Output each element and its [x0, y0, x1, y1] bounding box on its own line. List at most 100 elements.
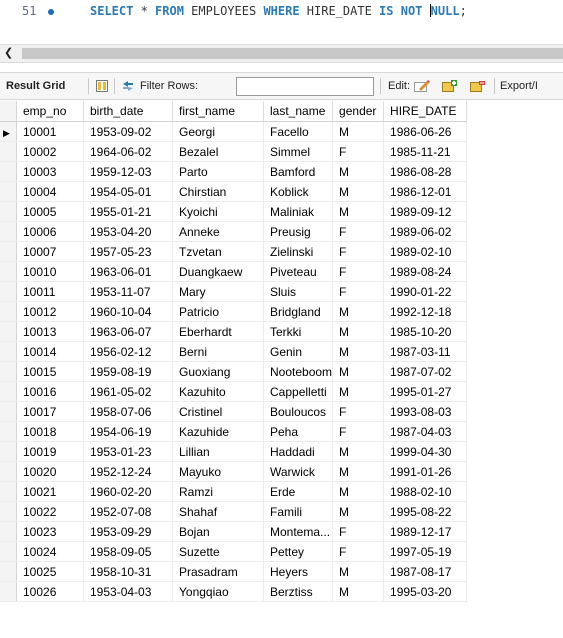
- table-row[interactable]: 10023 1953-09-29 Bojan Montema... F 1989-12-1…: [0, 521, 468, 542]
- table-cell[interactable]: 1953-04-03: [83, 581, 173, 602]
- table-cell[interactable]: 1953-09-29: [83, 521, 173, 542]
- table-cell[interactable]: Peha: [263, 421, 334, 442]
- table-row[interactable]: 10017 1958-07-06 Cristinel Bouloucos F 1993-0…: [0, 401, 468, 422]
- delete-row-icon[interactable]: [470, 80, 486, 92]
- table-cell[interactable]: 10025: [16, 561, 84, 582]
- table-cell[interactable]: Anneke: [172, 221, 264, 242]
- table-row[interactable]: 10010 1963-06-01 Duangkaew Piveteau F 1989-08…: [0, 261, 468, 282]
- filter-rows-input[interactable]: [236, 77, 374, 96]
- table-row[interactable]: 10012 1960-10-04 Patricio Bridgland M 1992-12…: [0, 301, 468, 322]
- table-cell[interactable]: 1987-04-03: [383, 421, 468, 442]
- table-cell[interactable]: M: [332, 161, 385, 182]
- table-row[interactable]: 10026 1953-04-03 Yongqiao Berztiss M 1995-03-…: [0, 581, 468, 602]
- table-cell[interactable]: Parto: [172, 161, 264, 182]
- table-row[interactable]: 10024 1958-09-05 Suzette Pettey F 1997-05-19: [0, 541, 468, 562]
- table-cell[interactable]: 10007: [16, 241, 84, 262]
- table-cell[interactable]: 1986-08-28: [383, 161, 468, 182]
- table-cell[interactable]: 10019: [16, 441, 84, 462]
- table-cell[interactable]: Berztiss: [263, 581, 334, 602]
- row-header[interactable]: [0, 361, 17, 382]
- table-cell[interactable]: F: [332, 261, 385, 282]
- table-cell[interactable]: Mary: [172, 281, 264, 302]
- table-row[interactable]: 10022 1952-07-08 Shahaf Famili M 1995-08-22: [0, 501, 468, 522]
- table-cell[interactable]: 1952-12-24: [83, 461, 173, 482]
- column-header[interactable]: first_name: [172, 101, 264, 122]
- table-cell[interactable]: Cappelletti: [263, 381, 334, 402]
- table-row[interactable]: 10002 1964-06-02 Bezalel Simmel F 1985-11-21: [0, 141, 468, 162]
- scrollbar-thumb[interactable]: [22, 48, 563, 59]
- table-cell[interactable]: 1963-06-01: [83, 261, 173, 282]
- table-cell[interactable]: F: [332, 521, 385, 542]
- table-cell[interactable]: Yongqiao: [172, 581, 264, 602]
- table-cell[interactable]: 10022: [16, 501, 84, 522]
- table-cell[interactable]: Patricio: [172, 301, 264, 322]
- table-cell[interactable]: 1991-01-26: [383, 461, 468, 482]
- table-row[interactable]: 10007 1957-05-23 Tzvetan Zielinski F 1989-02-…: [0, 241, 468, 262]
- row-header[interactable]: [0, 381, 17, 402]
- table-cell[interactable]: 10015: [16, 361, 84, 382]
- table-cell[interactable]: Kazuhito: [172, 381, 264, 402]
- table-cell[interactable]: 1993-08-03: [383, 401, 468, 422]
- table-cell[interactable]: 1953-04-20: [83, 221, 173, 242]
- table-cell[interactable]: F: [332, 241, 385, 262]
- table-cell[interactable]: 10017: [16, 401, 84, 422]
- row-header[interactable]: [0, 481, 17, 502]
- table-row[interactable]: 10014 1956-02-12 Berni Genin M 1987-03-11: [0, 341, 468, 362]
- table-cell[interactable]: 1992-12-18: [383, 301, 468, 322]
- grid-view-icon[interactable]: [96, 80, 108, 92]
- row-header[interactable]: [0, 581, 17, 602]
- table-row[interactable]: 10021 1960-02-20 Ramzi Erde M 1988-02-10: [0, 481, 468, 502]
- table-cell[interactable]: 1961-05-02: [83, 381, 173, 402]
- table-cell[interactable]: 1986-12-01: [383, 181, 468, 202]
- table-cell[interactable]: M: [332, 381, 385, 402]
- table-row[interactable]: 10003 1959-12-03 Parto Bamford M 1986-08-28: [0, 161, 468, 182]
- table-cell[interactable]: 1957-05-23: [83, 241, 173, 262]
- table-cell[interactable]: 10002: [16, 141, 84, 162]
- table-row[interactable]: 10018 1954-06-19 Kazuhide Peha F 1987-04-03: [0, 421, 468, 442]
- table-cell[interactable]: Piveteau: [263, 261, 334, 282]
- table-cell[interactable]: 1958-10-31: [83, 561, 173, 582]
- table-cell[interactable]: Montema...: [263, 521, 334, 542]
- table-cell[interactable]: 1953-09-02: [83, 121, 173, 142]
- table-cell[interactable]: Famili: [263, 501, 334, 522]
- row-header[interactable]: [0, 401, 17, 422]
- column-header[interactable]: emp_no: [16, 101, 84, 122]
- table-cell[interactable]: 10026: [16, 581, 84, 602]
- table-cell[interactable]: Facello: [263, 121, 334, 142]
- table-cell[interactable]: 1987-03-11: [383, 341, 468, 362]
- row-header[interactable]: [0, 521, 17, 542]
- table-cell[interactable]: M: [332, 481, 385, 502]
- edit-pencil-icon[interactable]: [414, 80, 430, 92]
- table-cell[interactable]: 10004: [16, 181, 84, 202]
- table-cell[interactable]: F: [332, 421, 385, 442]
- table-cell[interactable]: F: [332, 221, 385, 242]
- table-cell[interactable]: 1953-11-07: [83, 281, 173, 302]
- table-cell[interactable]: 1989-08-24: [383, 261, 468, 282]
- table-cell[interactable]: 1986-06-26: [383, 121, 468, 142]
- row-header[interactable]: [0, 541, 17, 562]
- table-cell[interactable]: 1959-12-03: [83, 161, 173, 182]
- table-cell[interactable]: 1955-01-21: [83, 201, 173, 222]
- table-cell[interactable]: Berni: [172, 341, 264, 362]
- table-row[interactable]: 10016 1961-05-02 Kazuhito Cappelletti M 1995-…: [0, 381, 468, 402]
- table-cell[interactable]: Warwick: [263, 461, 334, 482]
- table-cell[interactable]: 10024: [16, 541, 84, 562]
- row-header[interactable]: [0, 161, 17, 182]
- table-cell[interactable]: M: [332, 201, 385, 222]
- table-cell[interactable]: Ramzi: [172, 481, 264, 502]
- table-cell[interactable]: M: [332, 301, 385, 322]
- row-header[interactable]: [0, 201, 17, 222]
- table-cell[interactable]: 1963-06-07: [83, 321, 173, 342]
- table-cell[interactable]: Georgi: [172, 121, 264, 142]
- table-cell[interactable]: 10018: [16, 421, 84, 442]
- table-row[interactable]: 10025 1958-10-31 Prasadram Heyers M 1987-08-1…: [0, 561, 468, 582]
- table-cell[interactable]: Tzvetan: [172, 241, 264, 262]
- table-cell[interactable]: 10014: [16, 341, 84, 362]
- row-header[interactable]: [0, 561, 17, 582]
- result-grid-tab[interactable]: Result Grid: [6, 73, 65, 99]
- table-cell[interactable]: 10023: [16, 521, 84, 542]
- table-cell[interactable]: Suzette: [172, 541, 264, 562]
- table-cell[interactable]: Erde: [263, 481, 334, 502]
- table-row[interactable]: 10020 1952-12-24 Mayuko Warwick M 1991-01-26: [0, 461, 468, 482]
- table-cell[interactable]: Bezalel: [172, 141, 264, 162]
